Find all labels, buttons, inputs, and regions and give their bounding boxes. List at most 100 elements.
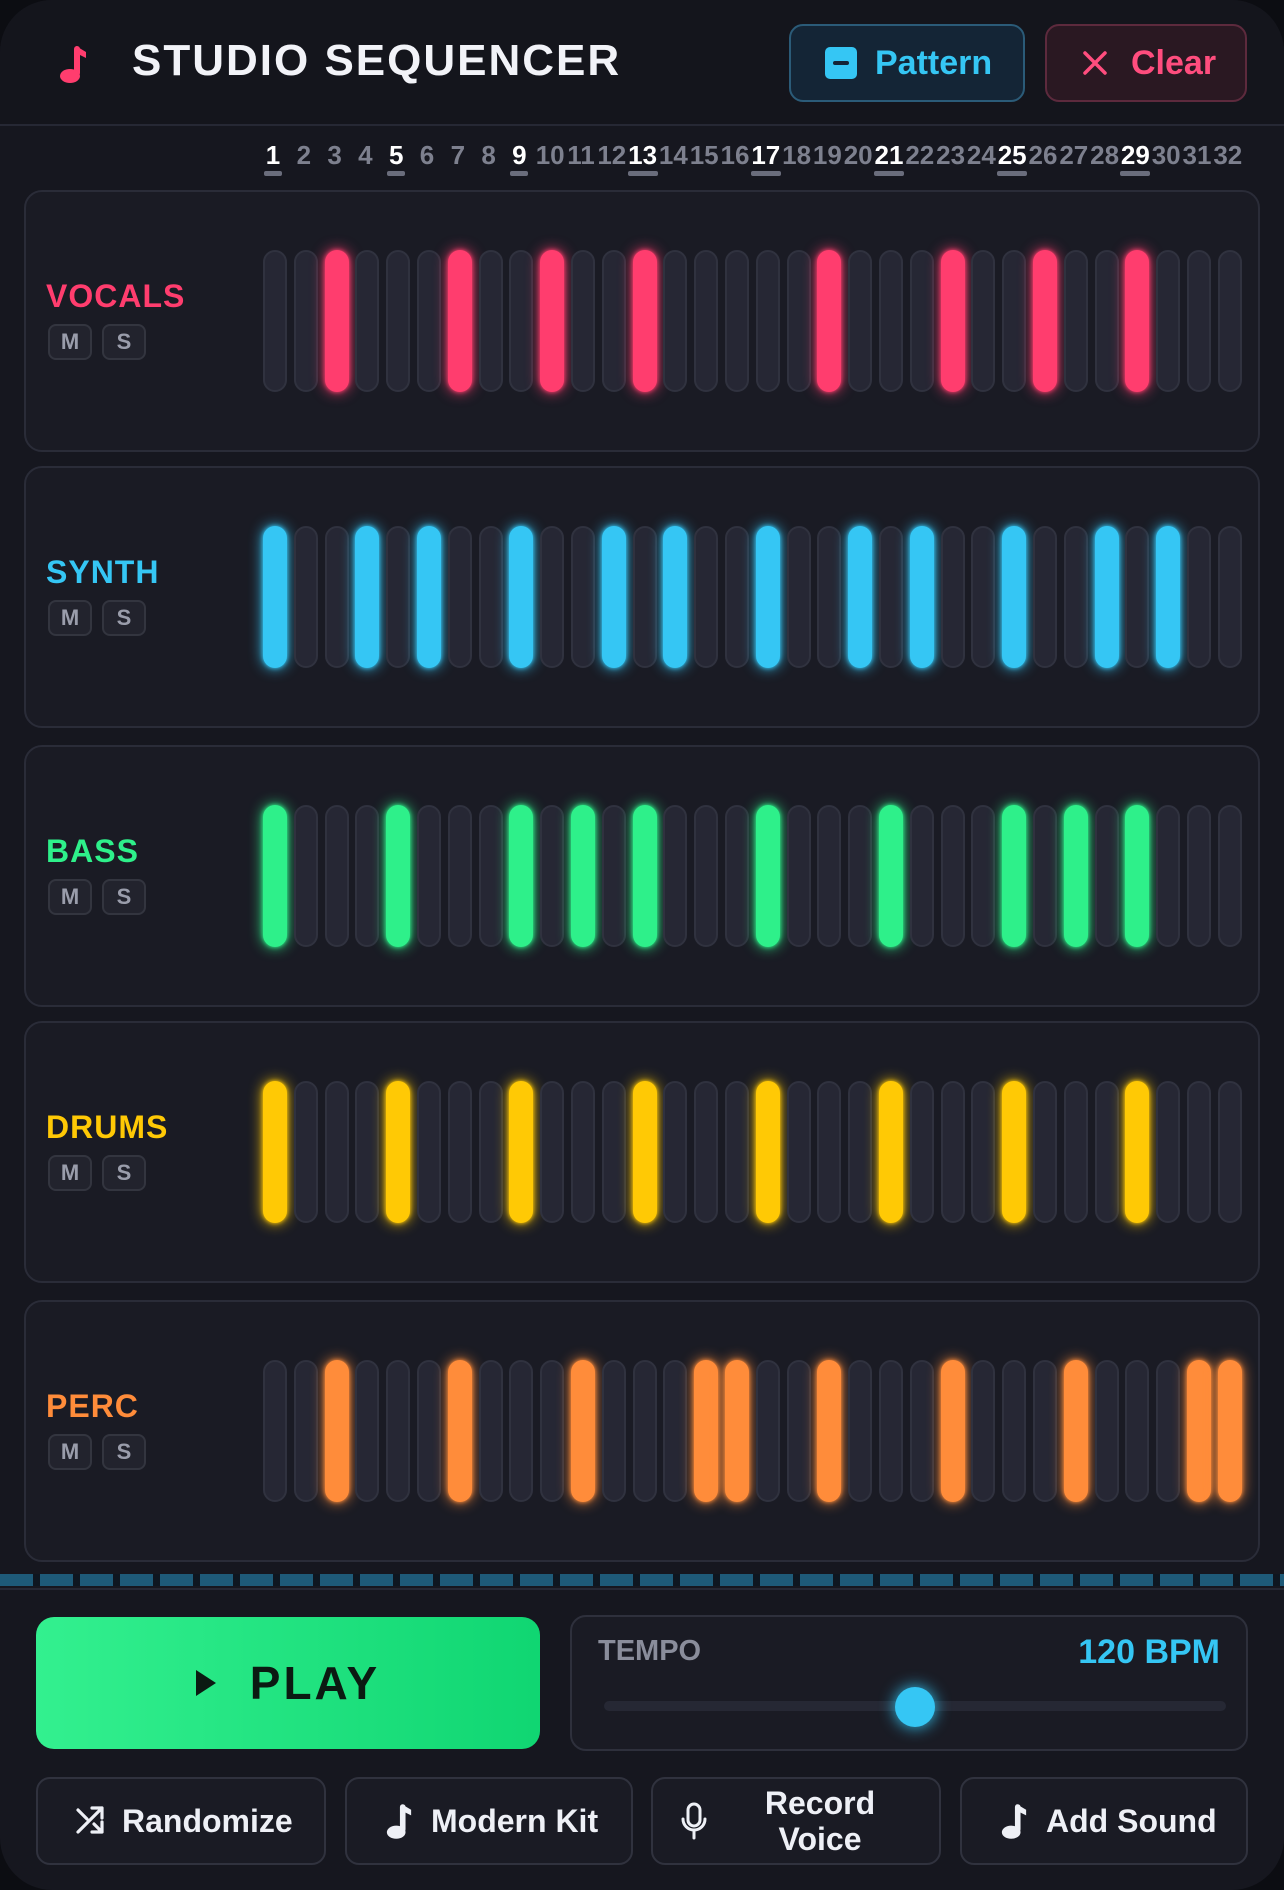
step-pad-active[interactable] — [940, 1360, 965, 1502]
step-pad-active[interactable] — [263, 805, 287, 947]
step-pad-active[interactable] — [632, 1081, 657, 1223]
step-pad[interactable] — [725, 526, 749, 668]
step-pad-active[interactable] — [1033, 250, 1057, 392]
step-pad[interactable] — [909, 1360, 934, 1502]
solo-button[interactable]: S — [102, 324, 146, 360]
step-pad[interactable] — [1125, 1360, 1150, 1502]
step-pad-active[interactable] — [447, 1360, 472, 1502]
step-pad[interactable] — [786, 526, 811, 668]
step-pad[interactable] — [786, 1360, 811, 1502]
step-pad-active[interactable] — [725, 1360, 749, 1502]
step-pad[interactable] — [1063, 250, 1088, 392]
step-pad[interactable] — [817, 1081, 842, 1223]
step-pad-active[interactable] — [1094, 526, 1119, 668]
step-pad-active[interactable] — [263, 1081, 287, 1223]
step-pad[interactable] — [417, 250, 441, 392]
step-pad[interactable] — [909, 805, 934, 947]
step-pad[interactable] — [1063, 526, 1088, 668]
modern-kit-button[interactable]: Modern Kit — [345, 1777, 633, 1865]
step-pad[interactable] — [971, 805, 996, 947]
step-pad[interactable] — [571, 526, 595, 668]
step-pad[interactable] — [940, 526, 965, 668]
step-pad-active[interactable] — [817, 250, 842, 392]
step-pad[interactable] — [694, 250, 719, 392]
step-pad[interactable] — [293, 250, 318, 392]
step-pad[interactable] — [786, 1081, 811, 1223]
record-voice-button[interactable]: Record Voice — [651, 1777, 941, 1865]
step-pad[interactable] — [725, 1081, 749, 1223]
step-pad[interactable] — [478, 805, 503, 947]
step-pad-active[interactable] — [879, 805, 903, 947]
step-pad[interactable] — [1156, 1360, 1181, 1502]
step-pad[interactable] — [940, 1081, 965, 1223]
step-pad[interactable] — [1187, 1081, 1211, 1223]
step-pad-active[interactable] — [571, 1360, 595, 1502]
step-pad[interactable] — [848, 1360, 873, 1502]
step-pad[interactable] — [447, 1081, 472, 1223]
step-pad[interactable] — [355, 250, 380, 392]
mute-button[interactable]: M — [48, 1434, 92, 1470]
step-pad-active[interactable] — [663, 526, 688, 668]
step-pad[interactable] — [879, 526, 903, 668]
step-pad[interactable] — [694, 1081, 719, 1223]
step-pad[interactable] — [1094, 1360, 1119, 1502]
mute-button[interactable]: M — [48, 324, 92, 360]
solo-button[interactable]: S — [102, 600, 146, 636]
step-pad-active[interactable] — [755, 805, 780, 947]
step-pad[interactable] — [848, 805, 873, 947]
step-pad[interactable] — [1217, 1081, 1242, 1223]
add-sound-button[interactable]: Add Sound — [960, 1777, 1248, 1865]
step-pad[interactable] — [509, 250, 534, 392]
step-pad-active[interactable] — [1002, 805, 1027, 947]
step-pad-active[interactable] — [848, 526, 873, 668]
step-pad-active[interactable] — [632, 250, 657, 392]
step-pad[interactable] — [386, 526, 411, 668]
step-pad[interactable] — [1125, 526, 1150, 668]
step-pad[interactable] — [1217, 250, 1242, 392]
step-pad[interactable] — [1156, 805, 1181, 947]
step-pad[interactable] — [447, 805, 472, 947]
step-pad[interactable] — [355, 1360, 380, 1502]
step-pad[interactable] — [971, 250, 996, 392]
step-pad[interactable] — [540, 1360, 565, 1502]
step-pad[interactable] — [663, 805, 688, 947]
step-pad-active[interactable] — [509, 526, 534, 668]
step-pad[interactable] — [447, 526, 472, 668]
step-pad-active[interactable] — [694, 1360, 719, 1502]
step-pad-active[interactable] — [509, 1081, 534, 1223]
step-pad[interactable] — [355, 1081, 380, 1223]
step-pad[interactable] — [971, 1081, 996, 1223]
step-pad[interactable] — [293, 526, 318, 668]
step-pad[interactable] — [632, 1360, 657, 1502]
step-pad-active[interactable] — [324, 1360, 349, 1502]
step-pad[interactable] — [663, 1081, 688, 1223]
step-pad[interactable] — [817, 805, 842, 947]
step-pad-active[interactable] — [386, 1081, 411, 1223]
clear-button[interactable]: Clear — [1045, 24, 1247, 102]
step-pad[interactable] — [940, 805, 965, 947]
step-pad-active[interactable] — [509, 805, 534, 947]
mute-button[interactable]: M — [48, 1155, 92, 1191]
step-pad[interactable] — [601, 1081, 626, 1223]
step-pad[interactable] — [417, 1081, 441, 1223]
step-pad-active[interactable] — [263, 526, 287, 668]
mute-button[interactable]: M — [48, 879, 92, 915]
step-pad-active[interactable] — [417, 526, 441, 668]
step-pad[interactable] — [1156, 1081, 1181, 1223]
step-pad-active[interactable] — [1002, 1081, 1027, 1223]
step-pad-active[interactable] — [601, 526, 626, 668]
step-pad[interactable] — [1002, 1360, 1027, 1502]
step-pad-active[interactable] — [571, 805, 595, 947]
step-pad[interactable] — [1033, 1360, 1057, 1502]
tempo-slider-thumb[interactable] — [895, 1687, 935, 1727]
step-pad-active[interactable] — [1063, 1360, 1088, 1502]
step-pad[interactable] — [1033, 805, 1057, 947]
step-pad-active[interactable] — [940, 250, 965, 392]
step-pad[interactable] — [786, 250, 811, 392]
step-pad-active[interactable] — [817, 1360, 842, 1502]
step-pad[interactable] — [1094, 805, 1119, 947]
step-pad[interactable] — [1002, 250, 1027, 392]
step-pad[interactable] — [725, 805, 749, 947]
step-pad[interactable] — [632, 526, 657, 668]
step-pad-active[interactable] — [1063, 805, 1088, 947]
